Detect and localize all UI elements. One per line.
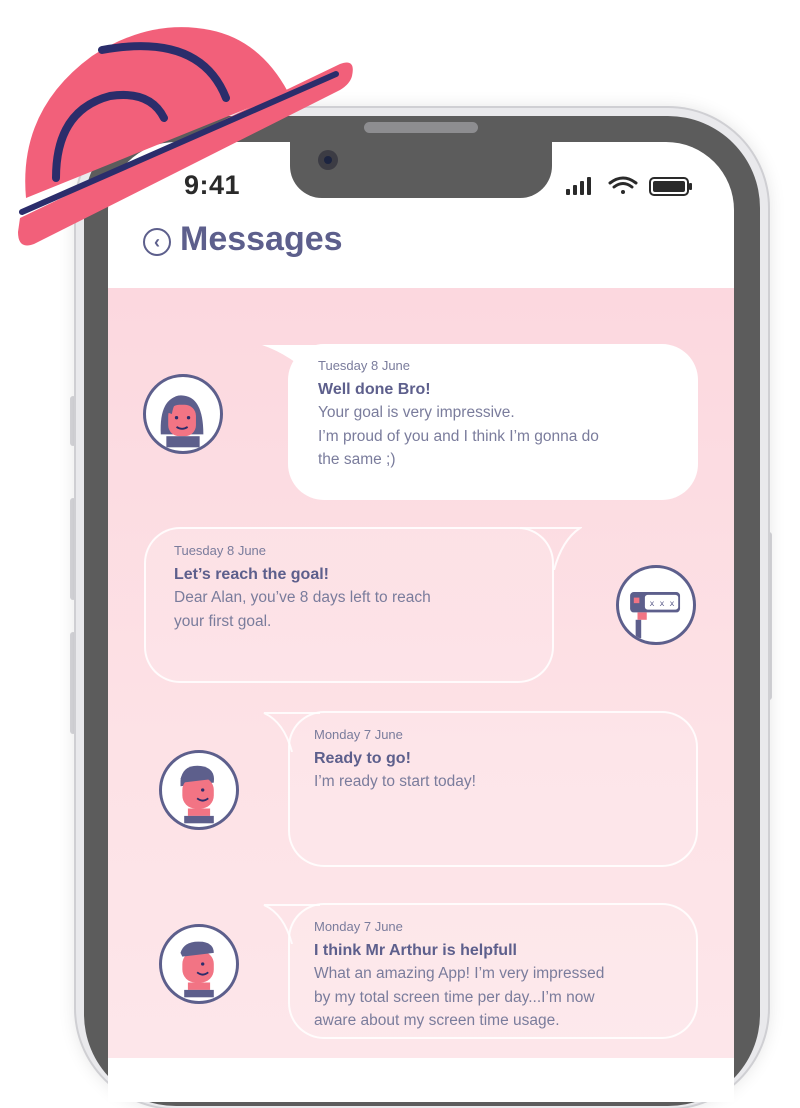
message-text: What an amazing App! I’m very impressed … — [314, 965, 605, 1029]
message-date: Tuesday 8 June — [318, 358, 411, 373]
message-bubble[interactable]: Tuesday 8 June Let’s reach the goal! Dea… — [144, 527, 554, 683]
hat-logo-icon — [18, 27, 353, 246]
man-avatar-icon — [159, 750, 239, 830]
message-bubble[interactable]: Tuesday 8 June Well done Bro! Your goal … — [288, 344, 698, 500]
message-date: Monday 7 June — [314, 727, 403, 742]
message-date: Monday 7 June — [314, 919, 403, 934]
man-avatar-icon — [159, 924, 239, 1004]
message-title: I think Mr Arthur is helpfull — [314, 942, 517, 959]
signal-icon — [566, 177, 591, 195]
status-icons — [566, 176, 692, 196]
message-text: Dear Alan, you’ve 8 days left to reach y… — [174, 589, 431, 630]
wifi-icon — [608, 176, 638, 194]
message-bubble[interactable]: Monday 7 June I think Mr Arthur is helpf… — [288, 903, 698, 1039]
message-date: Tuesday 8 June — [174, 543, 267, 558]
message-title: Well done Bro! — [318, 381, 431, 398]
woman-avatar-icon — [143, 374, 223, 454]
battery-icon — [649, 177, 692, 196]
message-text: Your goal is very impressive. I’m proud … — [318, 404, 599, 468]
earpiece — [364, 122, 478, 133]
message-title: Let’s reach the goal! — [174, 566, 329, 583]
message-text: I’m ready to start today! — [314, 773, 476, 790]
message-title: Ready to go! — [314, 750, 411, 767]
message-bubble[interactable]: Monday 7 June Ready to go! I’m ready to … — [288, 711, 698, 867]
robot-avatar-icon: x x x — [616, 565, 696, 645]
svg-text:x x x: x x x — [650, 598, 675, 608]
